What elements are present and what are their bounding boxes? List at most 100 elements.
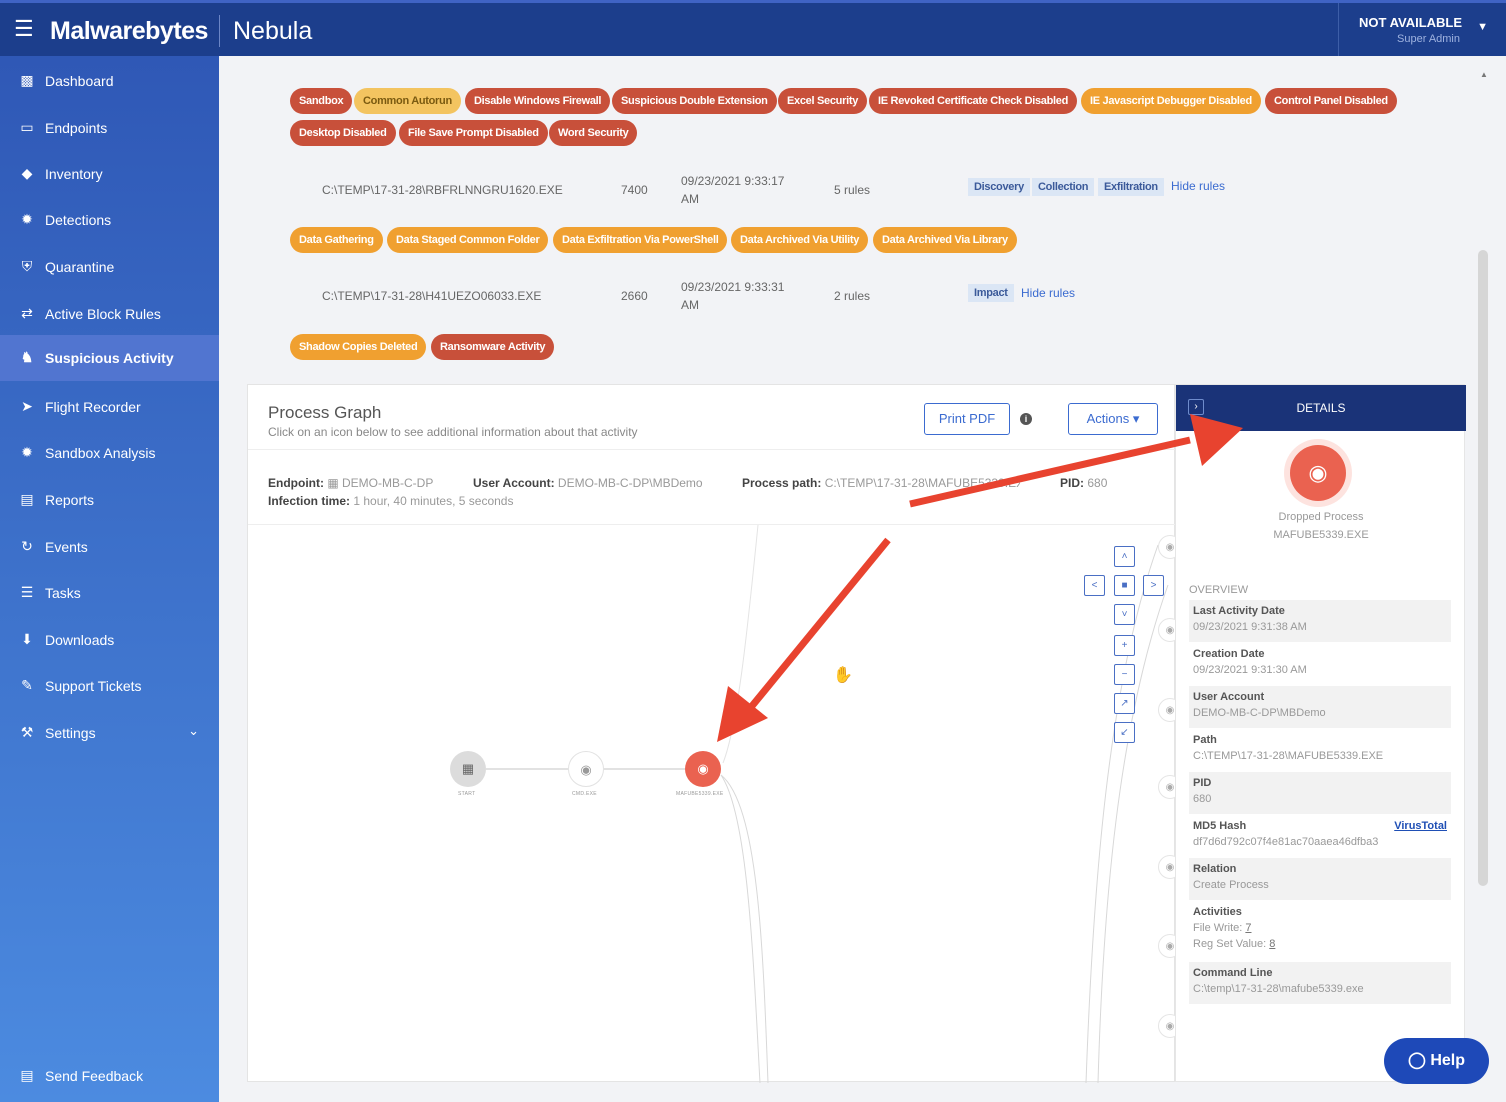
sidebar-item-label: Suspicious Activity	[45, 350, 174, 366]
panel-title: Process Graph	[268, 403, 382, 422]
expand-icon[interactable]: ↗	[1114, 693, 1135, 714]
sidebar-item-label: Settings	[45, 725, 96, 741]
infection-time-meta: Infection time: 1 hour, 40 minutes, 5 se…	[268, 494, 513, 508]
pan-up-button[interactable]: ˄	[1114, 546, 1135, 567]
chat-icon: ✎	[21, 677, 33, 693]
send-feedback[interactable]: ▤ Send Feedback	[0, 1053, 219, 1099]
sidebar-item-label: Dashboard	[45, 73, 114, 89]
bar-chart-icon: ▩	[20, 72, 34, 88]
overview-label: OVERVIEW	[1189, 584, 1249, 596]
actions-button[interactable]: Actions ▾	[1068, 403, 1158, 435]
sidebar-item-label: Reports	[45, 492, 95, 508]
meta-value: 1 hour, 40 minutes, 5 seconds	[353, 494, 514, 508]
pan-right-button[interactable]: >	[1143, 575, 1164, 596]
chevron-down-icon[interactable]: ⌄	[188, 723, 199, 739]
zoom-in-button[interactable]: +	[1114, 635, 1135, 656]
cmd-node[interactable]: ◉	[568, 751, 604, 787]
help-button[interactable]: ◯ Help	[1384, 1038, 1489, 1084]
start-node[interactable]: ▦	[450, 751, 486, 787]
process-path: C:\TEMP\17-31-28\H41UEZO06033.EXE	[322, 289, 542, 303]
detail-row: Path C:\TEMP\17-31-28\MAFUBE5339.EXE	[1189, 729, 1451, 771]
caret-down-icon: ▾	[1132, 411, 1140, 426]
hamburger-menu-icon[interactable]: ☰	[14, 18, 34, 40]
dropped-process-node[interactable]: ◉	[685, 751, 721, 787]
collapse-icon[interactable]: ↙	[1114, 722, 1135, 743]
tactic-label: Collection	[1032, 178, 1095, 196]
wrench-icon: ⚒	[20, 724, 34, 740]
rule-tag: Shadow Copies Deleted	[290, 334, 427, 360]
product-name: Nebula	[233, 17, 313, 45]
meta-key: User Account:	[473, 476, 555, 490]
windows-icon: ▦	[461, 761, 475, 776]
print-pdf-button[interactable]: Print PDF	[924, 403, 1010, 435]
sidebar-item-tasks[interactable]: ☰ Tasks	[0, 570, 219, 616]
scroll-up-icon[interactable]: ▲	[1480, 70, 1488, 79]
hide-rules-link[interactable]: Hide rules	[1171, 179, 1225, 193]
actions-label: Actions	[1086, 411, 1130, 426]
reg-set-link[interactable]: 8	[1269, 938, 1275, 950]
rule-tag: Data Archived Via Library	[873, 227, 1017, 253]
process-date-ampm: AM	[681, 192, 699, 206]
pan-left-button[interactable]: <	[1084, 575, 1105, 596]
activities-row: Activities File Write: 7 Reg Set Value: …	[1189, 901, 1451, 961]
sidebar-item-downloads[interactable]: ⬇ Downloads	[0, 617, 219, 663]
file-write-link[interactable]: 7	[1245, 922, 1251, 934]
rule-tag: Word Security	[549, 120, 638, 146]
node-label: CMD.EXE	[572, 791, 597, 797]
meta-key: PID:	[1060, 476, 1084, 490]
process-rules-count: 2 rules	[834, 289, 871, 303]
process-pid: 2660	[621, 289, 648, 303]
sidebar-item-inventory[interactable]: ◆ Inventory	[0, 151, 219, 197]
user-menu[interactable]: NOT AVAILABLE Super Admin ▼	[1338, 3, 1506, 59]
activity-key: File Write:	[1193, 922, 1243, 934]
virustotal-link[interactable]: VirusTotal	[1394, 820, 1447, 832]
detail-key: Relation	[1193, 863, 1237, 875]
detail-value: DEMO-MB-C-DP\MBDemo	[1193, 707, 1326, 719]
sidebar-item-suspicious-activity[interactable]: ♞ Suspicious Activity	[0, 335, 219, 381]
sidebar-item-label: Endpoints	[45, 120, 108, 136]
scrollbar[interactable]	[1478, 250, 1488, 886]
sidebar-item-support-tickets[interactable]: ✎ Support Tickets	[0, 663, 219, 709]
rule-tag: Sandbox	[290, 88, 353, 114]
meta-key: Infection time:	[268, 494, 351, 508]
process-path: C:\TEMP\17-31-28\RBFRLNNGRU1620.EXE	[322, 183, 563, 197]
rule-tag: IE Revoked Certificate Check Disabled	[869, 88, 1078, 114]
zoom-out-button[interactable]: −	[1114, 664, 1135, 685]
graph-edges	[486, 525, 1169, 1083]
process-graph-panel: Process Graph Click on an icon below to …	[247, 384, 1182, 1083]
feedback-icon: ▤	[20, 1067, 34, 1083]
detail-key: Activities	[1193, 906, 1242, 918]
pan-down-button[interactable]: ˅	[1114, 604, 1135, 625]
sidebar-item-flight-recorder[interactable]: ➤ Flight Recorder	[0, 384, 219, 430]
sidebar-item-label: Downloads	[45, 632, 115, 648]
tactic-label: Discovery	[968, 178, 1030, 196]
rule-tag: Disable Windows Firewall	[465, 88, 611, 114]
document-icon: ▤	[20, 491, 34, 507]
hide-rules-link[interactable]: Hide rules	[1021, 286, 1075, 300]
detail-value: C:\temp\17-31-28\mafube5339.exe	[1193, 983, 1364, 995]
details-title: DETAILS	[1296, 401, 1346, 415]
feedback-label: Send Feedback	[45, 1068, 144, 1084]
bug-icon: ✹	[21, 444, 33, 460]
sidebar-item-label: Detections	[45, 212, 112, 228]
caret-down-icon[interactable]: ▼	[1477, 21, 1488, 33]
detail-key: Last Activity Date	[1193, 605, 1285, 617]
process-rules-count: 5 rules	[834, 183, 871, 197]
sidebar-item-endpoints[interactable]: ▭ Endpoints	[0, 105, 219, 151]
sidebar-item-dashboard[interactable]: ▩ Dashboard	[0, 58, 219, 104]
process-icon: ◉	[697, 761, 709, 776]
detail-key: Creation Date	[1193, 648, 1265, 660]
sidebar-item-events[interactable]: ↻ Events	[0, 524, 219, 570]
chat-bubble-icon: ◯	[1407, 1052, 1426, 1069]
file-write-value: File Write: 7	[1193, 922, 1447, 934]
info-icon[interactable]: i	[1020, 413, 1032, 425]
sidebar-item-active-block-rules[interactable]: ⇄ Active Block Rules	[0, 291, 219, 337]
sidebar-item-quarantine[interactable]: ⛨ Quarantine	[0, 244, 219, 290]
sidebar-item-sandbox-analysis[interactable]: ✹ Sandbox Analysis	[0, 430, 219, 476]
center-button[interactable]: ■	[1114, 575, 1135, 596]
sidebar-item-detections[interactable]: ✹ Detections	[0, 197, 219, 243]
sidebar-item-reports[interactable]: ▤ Reports	[0, 477, 219, 523]
detail-row: MD5 Hash df7d6d792c07f4e81ac70aaea46dfba3…	[1189, 815, 1451, 857]
sidebar-item-settings[interactable]: ⚒ Settings ⌄	[0, 710, 219, 756]
rule-tag: Data Staged Common Folder	[387, 227, 549, 253]
